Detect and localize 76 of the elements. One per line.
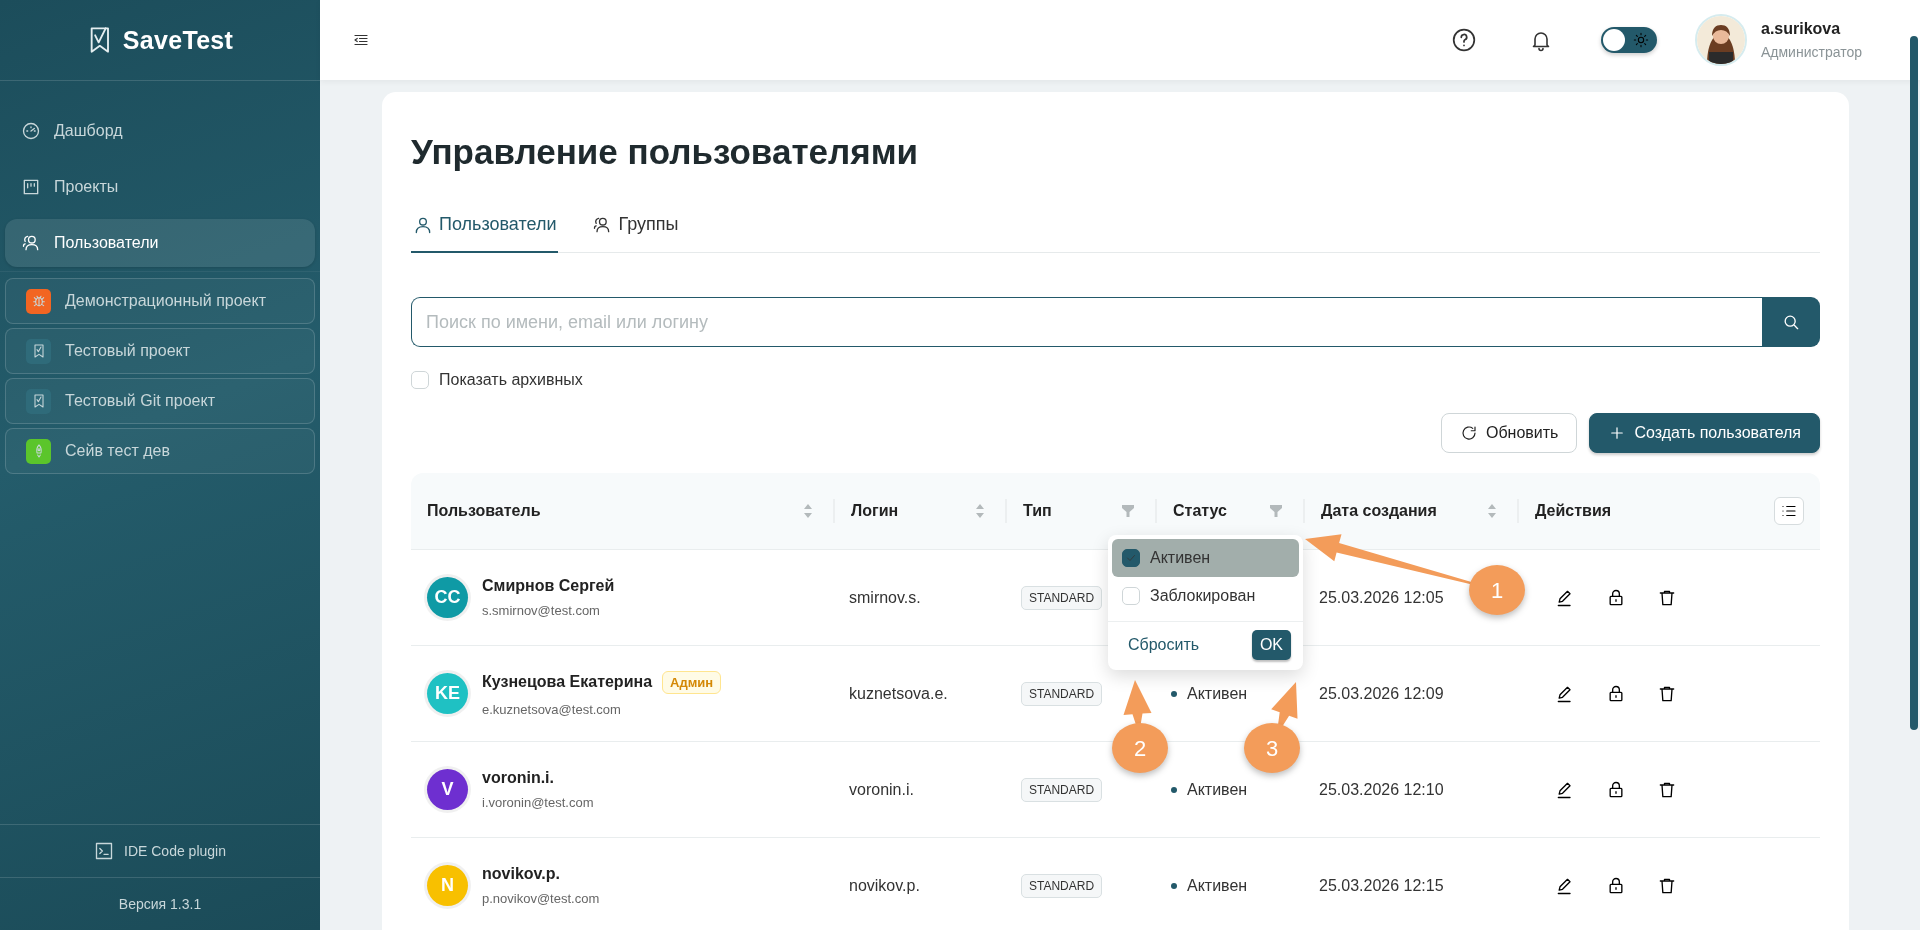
login-cell: kuznetsova.e. [849,684,948,703]
sidebar-item[interactable]: Проекты [5,163,315,211]
sun-icon [1633,32,1649,48]
checkbox-label: Показать архивных [439,371,583,389]
user-avatar: KE [427,673,468,714]
column-header: Пользователь [427,502,541,520]
checkbox[interactable] [1122,549,1140,567]
project-item[interactable]: Тестовый проект [5,328,315,374]
status-cell: Активен [1187,876,1248,895]
type-tag: STANDARD [1021,777,1103,802]
user-name: a.surikova [1761,20,1842,38]
user-name: Кузнецова Екатерина [482,673,653,691]
user-email: i.voronin@test.com [482,795,594,810]
column-header: Тип [1023,502,1052,520]
user-email: p.novikov@test.com [482,891,600,906]
callout-number: 3 [1244,723,1300,773]
user-name: Смирнов Сергей [482,577,615,595]
user-name: voronin.i. [482,769,554,787]
create-button[interactable]: Создать пользователя [1589,413,1820,453]
plugin-link[interactable]: IDE Code plugin [88,840,232,862]
type-tag: STANDARD [1021,681,1103,706]
users-icon [21,233,41,253]
page-title: Управление пользователями [411,132,920,172]
column-header: Действия [1535,502,1612,520]
status-dot [1171,882,1177,889]
date-cell: 25.03.2026 12:05 [1319,588,1444,607]
tab[interactable]: Пользователи [411,214,559,253]
refresh-button[interactable]: Обновить [1440,413,1578,453]
user-avatar: V [427,769,468,810]
project-item[interactable]: Демонстрационный проект [5,278,315,324]
refresh-icon [1459,424,1478,442]
version-text: Версия 1.3.1 [118,896,202,912]
bug-glyph-icon [30,293,47,309]
check-icon [1125,552,1137,564]
callout-number: 1 [1469,565,1525,615]
user-avatar: CC [427,577,468,618]
search-field[interactable]: Поиск по имени, email или логину [411,297,1762,347]
column-header: Статус [1173,502,1227,520]
filter-option[interactable]: Активен [1112,539,1299,577]
user-avatar: N [427,865,468,906]
column-header: Логин [851,502,899,520]
sidebar-item[interactable]: Дашборд [5,107,315,155]
gauge-icon [21,121,41,141]
board-icon [21,177,41,197]
column-settings-button[interactable] [1774,497,1804,525]
user-email: s.smirnov@test.com [482,603,601,618]
search-button[interactable] [1762,297,1820,347]
column-header: Дата создания [1321,502,1437,520]
user-name: novikov.p. [482,865,560,883]
user-role: Администратор [1761,44,1862,60]
login-cell: novikov.p. [849,876,920,895]
login-cell: voronin.i. [849,780,914,799]
status-dot [1171,690,1177,697]
role-badge: Админ [662,670,722,694]
status-cell: Активен [1187,684,1248,703]
date-cell: 25.03.2026 12:10 [1319,780,1444,799]
date-cell: 25.03.2026 12:15 [1319,876,1444,895]
terminal-icon [94,841,114,861]
sidebar-item[interactable]: Пользователи [5,219,315,267]
status-dot [1171,786,1177,793]
type-tag: STANDARD [1021,585,1103,610]
project-item[interactable]: Тестовый Git проект [5,378,315,424]
tab[interactable]: Группы [590,214,681,253]
callout-number: 2 [1112,723,1168,773]
theme-toggle[interactable] [1601,27,1657,53]
reset-link[interactable]: Сбросить [1128,636,1200,654]
scrollbar[interactable] [1910,36,1918,730]
user-email: e.kuznetsova@test.com [482,701,622,717]
ok-button[interactable]: OK [1251,630,1291,660]
app-logo-text: SaveTest [122,25,234,55]
type-tag: STANDARD [1021,873,1103,898]
filter-option[interactable]: Заблокирован [1112,577,1299,615]
project-item[interactable]: Сейв тест дев [5,428,315,474]
login-cell: smirnov.s. [849,588,921,607]
status-cell: Активен [1187,780,1248,799]
date-cell: 25.03.2026 12:09 [1319,684,1444,703]
